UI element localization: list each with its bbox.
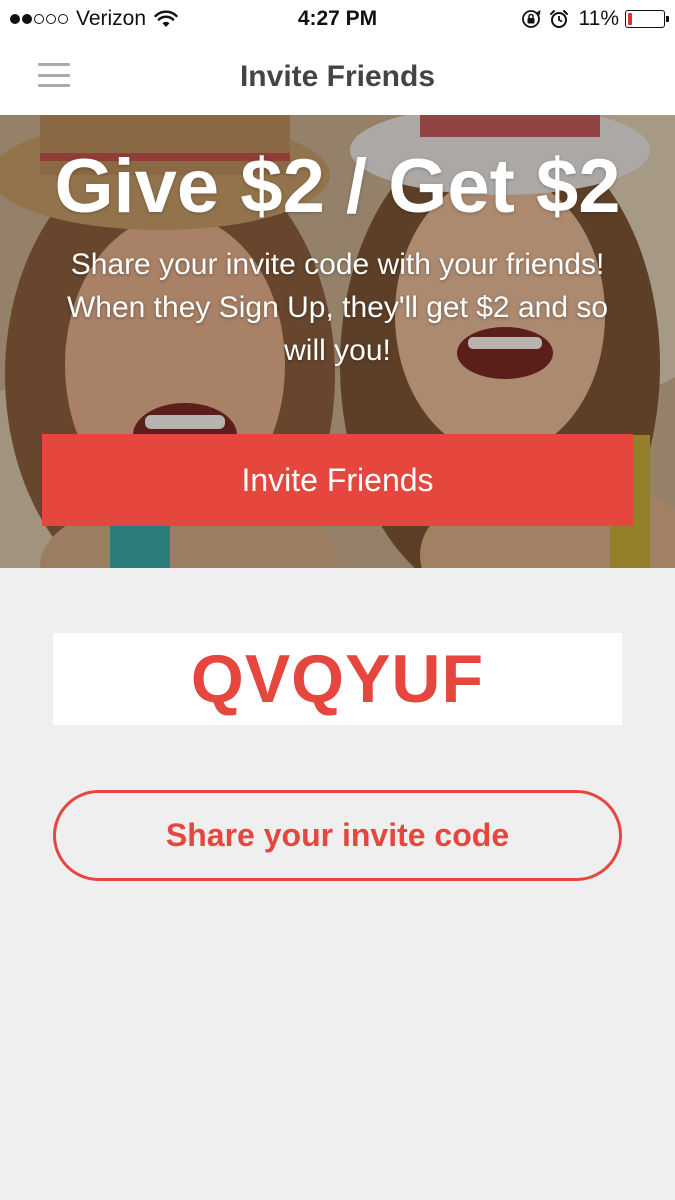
navigation-bar: Invite Friends	[0, 38, 675, 115]
hero-description: Share your invite code with your friends…	[66, 248, 609, 367]
status-bar: Verizon 4:27 PM 11%	[0, 0, 675, 38]
battery-percentage: 11%	[578, 7, 619, 30]
hero-title: Give $2 / Get $2	[54, 144, 621, 229]
alarm-icon	[549, 10, 568, 28]
orientation-lock-icon	[521, 9, 541, 28]
battery-icon	[625, 10, 669, 28]
invite-code: QVQYUF	[190, 641, 485, 717]
page-title: Invite Friends	[239, 60, 436, 93]
battery-level-fill	[628, 13, 632, 25]
hero-banner: Give $2 / Get $2 Share your invite code …	[0, 115, 675, 568]
share-invite-code-button[interactable]: Share your invite code	[53, 790, 622, 881]
status-bar-right: 11%	[513, 7, 669, 31]
invite-code-box: QVQYUF	[53, 633, 622, 725]
invite-friends-button[interactable]: Invite Friends	[42, 434, 633, 526]
